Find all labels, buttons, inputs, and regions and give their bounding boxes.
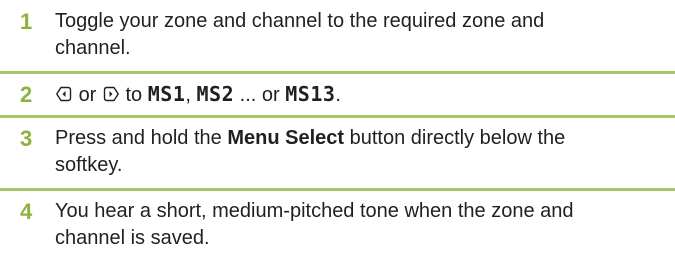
step-text: Press and hold the Menu Select button di… [55,125,635,179]
step-text: Toggle your zone and channel to the requ… [55,10,545,59]
right-navigation-key-icon [102,84,120,111]
step-divider [0,115,675,118]
step-text: or to MS1, MS2 ... or MS13. [55,81,661,111]
step-text-before: Press and hold the [55,127,222,149]
step-number: 1 [20,9,33,34]
step-number: 4 [20,199,33,224]
step-1: 1 Toggle your zone and channel to the re… [0,8,675,62]
step-divider [0,71,675,74]
display-text-ms13: MS13 [285,82,336,106]
step-2: 2 or to MS1, MS2 ... or MS13. [0,81,675,111]
menu-select-label: Menu Select [227,127,345,149]
step-4: 4 You hear a short, medium-pitched tone … [0,198,675,252]
display-text-ms2: MS2 [196,82,235,106]
period-text: . [335,84,341,106]
step-3: 3 Press and hold the Menu Select button … [0,125,675,179]
to-text: to [125,84,143,106]
or-text: or [78,84,97,106]
comma-text: , [185,84,191,106]
display-text-ms1: MS1 [147,82,186,106]
step-divider [0,188,675,191]
step-number: 3 [20,126,33,151]
left-navigation-key-icon [55,84,73,111]
ellipsis-or-text: ... or [239,84,280,106]
step-text: You hear a short, medium-pitched tone wh… [55,200,574,249]
step-number: 2 [20,82,33,107]
